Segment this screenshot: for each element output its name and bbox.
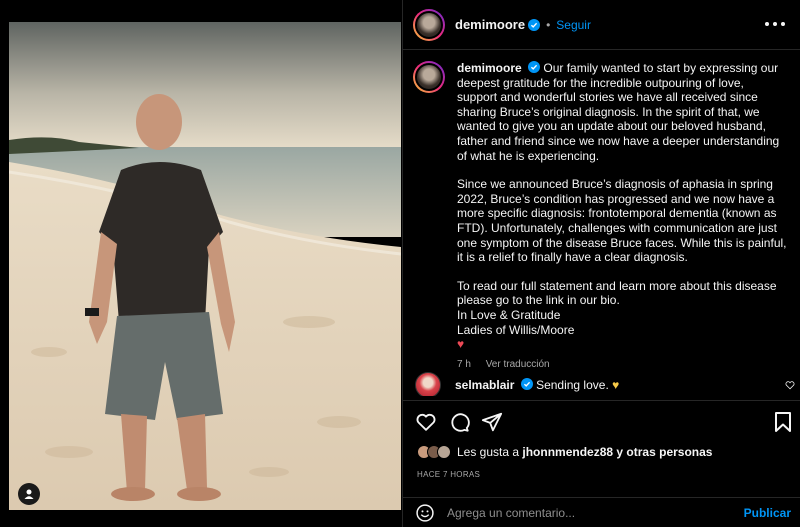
save-bookmark-icon[interactable] <box>773 411 793 433</box>
beach-photo-illustration <box>9 22 401 510</box>
post-photo[interactable] <box>9 22 401 510</box>
comment-bubble-icon[interactable] <box>448 411 470 433</box>
commenter-avatar[interactable] <box>415 372 441 396</box>
tagged-users-button[interactable] <box>18 483 40 505</box>
comment-like-heart-icon[interactable] <box>785 380 795 390</box>
post-details-panel: demimoore • Seguir demimoore Our family … <box>402 0 800 527</box>
more-options-icon[interactable] <box>765 16 785 32</box>
post-header: demimoore • Seguir <box>403 0 800 50</box>
user-icon <box>24 489 34 499</box>
caption-text: demimoore Our family wanted to start by … <box>457 61 787 372</box>
caption-scroll-area[interactable]: demimoore Our family wanted to start by … <box>403 51 800 396</box>
red-heart-emoji: ♥ <box>457 337 465 352</box>
publish-button[interactable]: Publicar <box>744 506 791 520</box>
post-actions: Les gusta a jhonnmendez88 y otras person… <box>403 400 800 527</box>
caption-paragraph-2: Since we announced Bruce’s diagnosis of … <box>457 177 787 265</box>
liker-avatar <box>437 445 451 459</box>
author-avatar[interactable] <box>413 8 445 41</box>
caption-paragraph-3: To read our full statement and learn mor… <box>457 278 777 308</box>
share-paper-plane-icon[interactable] <box>481 411 503 433</box>
caption-signoff-1: In Love & Gratitude <box>457 307 561 322</box>
verified-badge-icon <box>528 61 541 73</box>
liker-username[interactable]: jhonnmendez88 <box>522 445 613 459</box>
post-media-area <box>0 0 402 527</box>
likes-text[interactable]: Les gusta a jhonnmendez88 y otras person… <box>457 445 712 459</box>
yellow-heart-emoji: ♥ <box>612 378 620 392</box>
verified-badge-icon <box>520 378 533 390</box>
author-username[interactable]: demimoore <box>455 17 525 32</box>
see-translation-link[interactable]: Ver traducción <box>486 359 550 370</box>
commenter-username[interactable]: selmablair <box>455 378 514 392</box>
comment-row: selmablair Sending love. ♥ <box>415 372 795 396</box>
follow-button[interactable]: Seguir <box>556 18 591 32</box>
likes-summary: Les gusta a jhonnmendez88 y otras person… <box>417 445 712 459</box>
caption-time: 7 h <box>457 358 471 370</box>
verified-badge-icon <box>528 18 541 31</box>
likes-others[interactable]: y otras personas <box>616 445 712 459</box>
add-comment-bar: Publicar <box>403 497 800 527</box>
comment-text: selmablair Sending love. ♥ <box>455 378 619 392</box>
caption-username[interactable]: demimoore <box>457 61 522 75</box>
caption-meta: 7 h Ver traducción <box>457 358 787 373</box>
action-icons-row <box>415 411 793 435</box>
emoji-smiley-icon[interactable] <box>415 503 435 523</box>
separator-dot: • <box>546 17 551 32</box>
caption-paragraph-1: Our family wanted to start by expressing… <box>457 61 780 163</box>
comment-input[interactable] <box>447 506 727 520</box>
post-timestamp[interactable]: HACE 7 HORAS <box>417 470 480 479</box>
caption-avatar[interactable] <box>413 61 445 93</box>
post-caption: demimoore Our family wanted to start by … <box>413 61 793 372</box>
comment-body: Sending love. <box>536 378 609 392</box>
caption-signoff-2: Ladies of Willis/Moore <box>457 322 575 337</box>
like-heart-icon[interactable] <box>415 411 437 433</box>
